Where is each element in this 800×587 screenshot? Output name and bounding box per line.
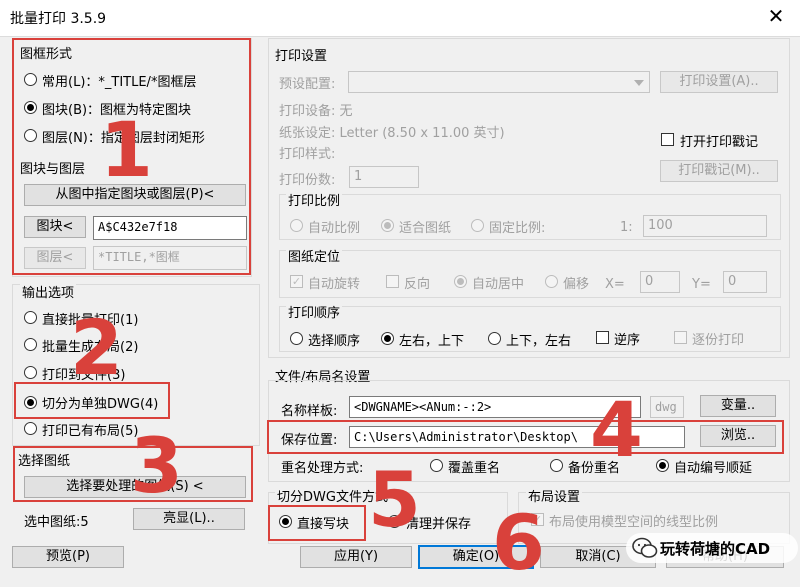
annotation-1: 1 <box>100 105 153 194</box>
annotation-5: 5 <box>368 455 421 544</box>
reverse-checkbox[interactable] <box>386 275 399 288</box>
auto-rotate-label: 自动旋转 <box>308 277 361 292</box>
preview-button[interactable]: 预览(P) <box>12 546 124 568</box>
offset-x-label: X= <box>605 277 625 292</box>
output-title: 输出选项 <box>20 282 77 301</box>
wechat-icon <box>632 537 658 558</box>
scale-ratio-input[interactable]: 100 <box>643 215 767 237</box>
output-existing-radio[interactable] <box>24 422 37 435</box>
auto-center-radio[interactable] <box>454 275 467 288</box>
scale-fixed-label: 固定比例: <box>489 221 546 236</box>
collate-checkbox[interactable] <box>674 331 687 344</box>
output-existing-label: 打印已有布局(5) <box>42 424 139 439</box>
reverse-label: 反向 <box>404 277 431 292</box>
highlight-button[interactable]: 亮显(L).. <box>133 508 245 530</box>
position-title: 图纸定位 <box>286 246 343 265</box>
title-bar <box>0 0 800 37</box>
auto-rotate-checkbox[interactable]: ✓ <box>290 275 303 288</box>
close-button[interactable]: ✕ <box>764 4 788 28</box>
auto-center-label: 自动居中 <box>472 277 525 292</box>
highlight-box-5 <box>268 505 366 541</box>
highlight-box-4 <box>267 420 784 454</box>
print-device: 打印设备: 无 <box>279 104 353 119</box>
offset-radio[interactable] <box>545 275 558 288</box>
copies-label: 打印份数: <box>279 173 336 188</box>
annotation-4: 4 <box>590 385 643 474</box>
order-select-label: 选择顺序 <box>308 334 361 349</box>
variables-button[interactable]: 变量.. <box>700 395 776 417</box>
output-file-radio[interactable] <box>24 366 37 379</box>
stamp-checkbox-label: 打开打印戳记 <box>680 135 759 150</box>
preset-label: 预设配置: <box>279 77 336 92</box>
order-reverse-label: 逆序 <box>614 333 641 348</box>
order-lr-radio[interactable] <box>381 332 394 345</box>
order-reverse-checkbox[interactable] <box>596 331 609 344</box>
apply-button[interactable]: 应用(Y) <box>300 546 412 568</box>
output-direct-radio[interactable] <box>24 311 37 324</box>
scale-auto-radio[interactable] <box>290 219 303 232</box>
collate-label: 逐份打印 <box>692 333 745 348</box>
order-title: 打印顺序 <box>286 302 343 321</box>
scale-fit-radio[interactable] <box>381 219 394 232</box>
offset-label: 偏移 <box>563 277 590 292</box>
selected-count: 选中图纸:5 <box>24 515 89 530</box>
overwrite-radio[interactable] <box>430 459 443 472</box>
annotation-6: 6 <box>492 498 545 587</box>
duplicate-label: 重名处理方式: <box>281 461 364 476</box>
watermark-text: 玩转荷塘的CAD <box>660 540 771 558</box>
order-lr-label: 左右，上下 <box>399 334 465 349</box>
layout-linetype-label: 布局使用模型空间的线型比例 <box>549 515 719 530</box>
offset-y-input[interactable]: 0 <box>723 271 767 293</box>
order-tb-radio[interactable] <box>488 332 501 345</box>
copies-input[interactable]: 1 <box>349 166 419 188</box>
scale-auto-label: 自动比例 <box>308 221 361 236</box>
stamp-button[interactable]: 打印戳记(M).. <box>660 160 778 182</box>
watermark-badge: 玩转荷塘的CAD <box>626 533 798 563</box>
backup-radio[interactable] <box>550 459 563 472</box>
paper-setting: 纸张设定: Letter (8.50 x 11.00 英寸) <box>279 126 505 141</box>
stamp-checkbox[interactable] <box>661 133 674 146</box>
scale-title: 打印比例 <box>286 190 343 209</box>
print-style: 打印样式: <box>279 147 336 162</box>
order-select-radio[interactable] <box>290 332 303 345</box>
template-label: 名称样板: <box>281 404 338 419</box>
offset-y-label: Y= <box>692 277 711 292</box>
annotation-3: 3 <box>130 421 183 510</box>
scale-fixed-radio[interactable] <box>471 219 484 232</box>
scale-fit-label: 适合图纸 <box>399 221 452 236</box>
window-title: 批量打印 3.5.9 <box>10 11 107 27</box>
order-tb-label: 上下，左右 <box>506 334 572 349</box>
print-settings-button[interactable]: 打印设置(A).. <box>660 71 778 93</box>
offset-x-input[interactable]: 0 <box>640 271 680 293</box>
scale-ratio-prefix: 1: <box>620 220 633 235</box>
preset-dropdown[interactable] <box>348 71 650 93</box>
auto-number-radio[interactable] <box>656 459 669 472</box>
overwrite-label: 覆盖重名 <box>448 461 501 476</box>
chevron-down-icon <box>634 80 644 86</box>
annotation-2: 2 <box>70 303 123 392</box>
output-layout-radio[interactable] <box>24 338 37 351</box>
print-settings-title: 打印设置 <box>275 49 328 64</box>
auto-number-label: 自动编号顺延 <box>674 461 753 476</box>
extension-input[interactable]: dwg <box>650 396 684 418</box>
